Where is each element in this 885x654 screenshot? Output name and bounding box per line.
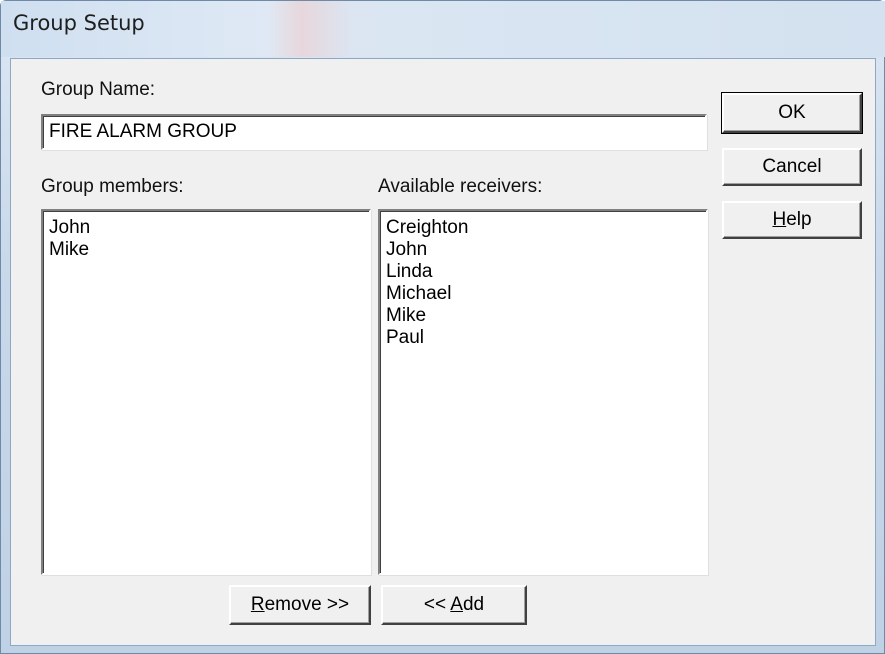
list-item[interactable]: Linda [386, 261, 706, 283]
add-button[interactable]: << Add [381, 585, 527, 625]
ok-button[interactable]: OK [721, 92, 863, 134]
group-members-items: John Mike [43, 211, 369, 261]
add-button-label: << Add [424, 594, 484, 616]
list-item[interactable]: Creighton [386, 217, 706, 239]
cancel-button-label: Cancel [762, 156, 822, 177]
available-receivers-label: Available receivers: [378, 176, 543, 197]
group-members-label: Group members: [41, 176, 184, 197]
help-button-label: Help [772, 209, 811, 231]
group-name-field[interactable] [43, 116, 705, 148]
remove-mnemonic: R [250, 594, 265, 615]
list-item[interactable]: Mike [49, 239, 369, 261]
add-label-prefix: << [423, 594, 451, 615]
remove-button[interactable]: Remove >> [229, 585, 371, 625]
help-label-rest: elp [786, 209, 812, 230]
list-item[interactable]: Mike [386, 305, 706, 327]
cancel-button[interactable]: Cancel [722, 148, 862, 186]
remove-button-label: Remove >> [251, 594, 349, 616]
dialog-client-area: Group Name: Group members: JohnMike Avai… [10, 58, 876, 646]
help-button[interactable]: Help [722, 201, 862, 239]
list-item[interactable]: John [49, 217, 369, 239]
list-item[interactable]: Paul [386, 327, 706, 349]
group-name-label: Group Name: [41, 79, 156, 100]
add-label-rest: dd [462, 594, 485, 615]
list-item[interactable]: John [386, 239, 706, 261]
window-title: Group Setup [13, 11, 145, 35]
group-setup-dialog: Group Setup Group Name: Group members: J… [0, 0, 885, 654]
available-receivers-items: Creighton John Linda Michael Mike Paul [380, 211, 706, 349]
ok-button-label: OK [778, 102, 806, 123]
list-item[interactable]: Michael [386, 283, 706, 305]
help-mnemonic: H [772, 209, 787, 230]
add-mnemonic: A [450, 594, 463, 615]
group-members-list[interactable]: John Mike [41, 209, 371, 575]
available-receivers-list[interactable]: Creighton John Linda Michael Mike Paul [378, 209, 708, 575]
remove-label-rest: emove >> [264, 594, 350, 615]
group-name-field-frame [41, 114, 707, 150]
title-bar[interactable]: Group Setup [1, 1, 885, 57]
